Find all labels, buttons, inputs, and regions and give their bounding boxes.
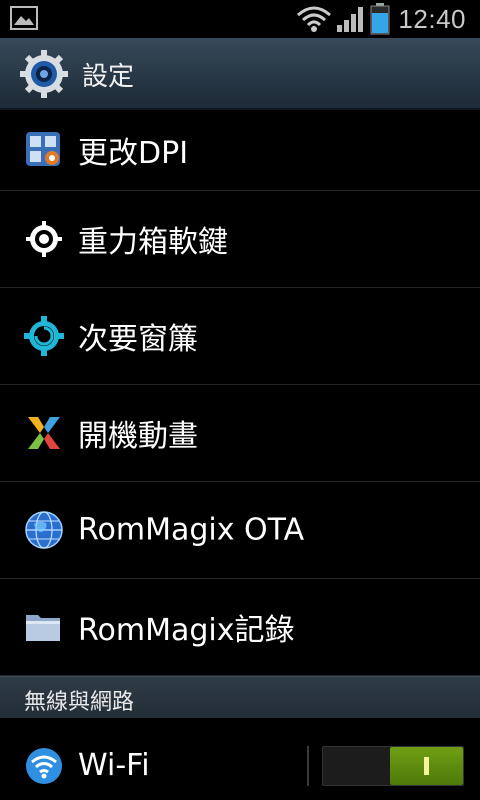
list-item-boot-animation[interactable]: 開機動畫 [0, 385, 480, 482]
divider [307, 746, 309, 786]
gravity-gear-icon [24, 219, 64, 259]
wifi-icon [24, 746, 64, 786]
folder-icon [24, 607, 64, 647]
section-header-label: 無線與網路 [24, 690, 135, 715]
list-item-change-dpi[interactable]: 更改DPI [0, 110, 480, 191]
status-time: 12:40 [398, 3, 466, 34]
list-item-wifi[interactable]: Wi-Fi [0, 718, 480, 800]
settings-gear-icon[interactable] [20, 50, 68, 102]
boot-animation-x-icon [24, 413, 64, 453]
toggle-on-knob [390, 747, 463, 785]
list-item-label: 重力箱軟鍵 [78, 225, 228, 260]
globe-icon [24, 510, 64, 550]
secondary-curtain-gear-icon [24, 316, 64, 356]
gallery-notification-icon [10, 6, 38, 30]
list-item-rommagix-ota[interactable]: RomMagix OTA [0, 482, 480, 579]
battery-icon [370, 3, 390, 35]
list-item-label: RomMagix OTA [78, 512, 305, 548]
section-header-wireless: 無線與網路 [0, 676, 480, 718]
toggle-on-indicator [424, 757, 429, 775]
settings-list: 更改DPI 重力箱軟鍵 次要窗簾 開機動畫 RomMagix OTA RomMa… [0, 110, 480, 676]
wifi-toggle[interactable] [322, 746, 464, 786]
list-item-label: 次要窗簾 [78, 322, 198, 357]
cell-signal-icon [336, 5, 366, 33]
list-item-label: 更改DPI [78, 136, 189, 171]
action-bar: 設定 [0, 38, 480, 110]
list-item-label: 開機動畫 [78, 419, 198, 454]
status-bar: 12:40 [0, 0, 480, 38]
dpi-grid-icon [24, 130, 64, 170]
list-item-label: Wi-Fi [78, 748, 150, 783]
list-item-secondary-curtain[interactable]: 次要窗簾 [0, 288, 480, 385]
list-item-label: RomMagix記錄 [78, 613, 295, 648]
list-item-rommagix-log[interactable]: RomMagix記錄 [0, 579, 480, 676]
wifi-signal-icon [296, 5, 332, 33]
page-title: 設定 [82, 62, 135, 92]
list-item-gravity-softkeys[interactable]: 重力箱軟鍵 [0, 191, 480, 288]
